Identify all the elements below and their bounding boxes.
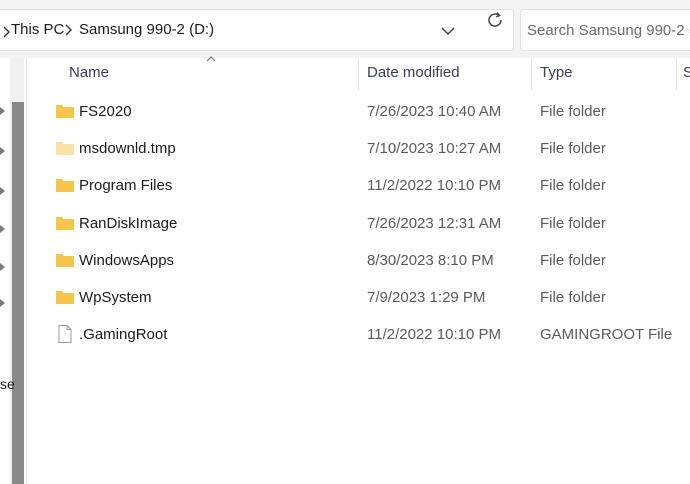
file-name: msdownld.tmp bbox=[79, 140, 176, 158]
file-type: GAMINGROOT File bbox=[540, 326, 673, 344]
file-type: File folder bbox=[540, 103, 606, 120]
column-header-size[interactable]: Size bbox=[683, 64, 690, 94]
file-name: .GamingRoot bbox=[79, 326, 168, 344]
expand-arrow-icon[interactable] bbox=[0, 146, 6, 156]
file-icon bbox=[55, 325, 75, 344]
file-row[interactable]: Program Files 11/2/2022 10:10 PM File fold… bbox=[28, 167, 690, 204]
folder-icon bbox=[55, 102, 75, 120]
chevron-right-icon[interactable] bbox=[63, 21, 75, 39]
file-type: File folder bbox=[540, 289, 606, 306]
nav-item-label-clipped[interactable]: se bbox=[0, 376, 15, 392]
folder-icon bbox=[55, 214, 75, 232]
file-date-modified: 7/26/2023 10:40 AM bbox=[367, 103, 502, 120]
chevron-down-icon[interactable] bbox=[437, 20, 459, 42]
file-row[interactable]: .GamingRoot 11/2/2022 10:10 PM GAMINGROOT … bbox=[28, 316, 690, 353]
expand-arrow-icon[interactable] bbox=[0, 186, 6, 196]
breadcrumb-this-pc[interactable]: This PC bbox=[11, 21, 64, 38]
file-date-modified: 8/30/2023 8:10 PM bbox=[367, 251, 494, 269]
file-row[interactable]: WindowsApps 8/30/2023 8:10 PM File folder bbox=[28, 242, 690, 279]
column-divider[interactable] bbox=[358, 58, 359, 90]
expand-arrow-icon[interactable] bbox=[0, 262, 6, 272]
file-name: WpSystem bbox=[79, 289, 152, 306]
file-date-modified: 7/26/2023 12:31 AM bbox=[367, 214, 502, 232]
file-row[interactable]: WpSystem 7/9/2023 1:29 PM File folder bbox=[28, 279, 690, 316]
column-header-type[interactable]: Type bbox=[540, 64, 573, 94]
refresh-icon[interactable] bbox=[484, 9, 506, 31]
expand-arrow-icon[interactable] bbox=[0, 106, 6, 116]
folder-hidden-icon bbox=[55, 139, 75, 157]
nav-scrollbar-thumb[interactable] bbox=[12, 102, 24, 484]
column-divider[interactable] bbox=[531, 58, 532, 90]
column-divider[interactable] bbox=[676, 58, 677, 90]
file-type: File folder bbox=[540, 140, 606, 158]
file-type: File folder bbox=[540, 251, 606, 269]
file-row[interactable]: FS2020 7/26/2023 10:40 AM File folder bbox=[28, 93, 690, 130]
search-input[interactable] bbox=[527, 20, 690, 40]
folder-icon bbox=[55, 251, 75, 269]
folder-icon bbox=[55, 288, 75, 306]
sort-ascending-icon bbox=[206, 56, 216, 62]
folder-icon bbox=[55, 176, 75, 194]
file-date-modified: 11/2/2022 10:10 PM bbox=[367, 326, 501, 344]
file-date-modified: 11/2/2022 10:10 PM bbox=[367, 177, 501, 195]
file-name: WindowsApps bbox=[79, 251, 175, 269]
address-toolbar: This PC Samsung 990-2 (D:) bbox=[0, 0, 690, 58]
column-header-date-modified[interactable]: Date modified bbox=[367, 64, 460, 94]
file-name: Program Files bbox=[79, 177, 173, 195]
breadcrumb-drive[interactable]: Samsung 990-2 (D:) bbox=[79, 21, 214, 38]
file-date-modified: 7/9/2023 1:29 PM bbox=[367, 289, 486, 306]
address-bar[interactable]: This PC Samsung 990-2 (D:) bbox=[0, 9, 514, 51]
file-row[interactable]: msdownld.tmp 7/10/2023 10:27 AM File folde… bbox=[28, 130, 690, 167]
file-date-modified: 7/10/2023 10:27 AM bbox=[367, 140, 502, 158]
file-row[interactable]: RanDiskImage 7/26/2023 12:31 AM File folde… bbox=[28, 205, 690, 242]
file-type: File folder bbox=[540, 177, 606, 195]
expand-arrow-icon[interactable] bbox=[0, 298, 6, 308]
file-type: File folder bbox=[540, 214, 606, 232]
file-name: FS2020 bbox=[79, 103, 132, 120]
file-name: RanDiskImage bbox=[79, 214, 178, 232]
search-box[interactable] bbox=[520, 9, 690, 51]
expand-arrow-icon[interactable] bbox=[0, 224, 6, 234]
navigation-pane: se bbox=[0, 58, 27, 484]
column-header-name[interactable]: Name bbox=[69, 64, 109, 94]
